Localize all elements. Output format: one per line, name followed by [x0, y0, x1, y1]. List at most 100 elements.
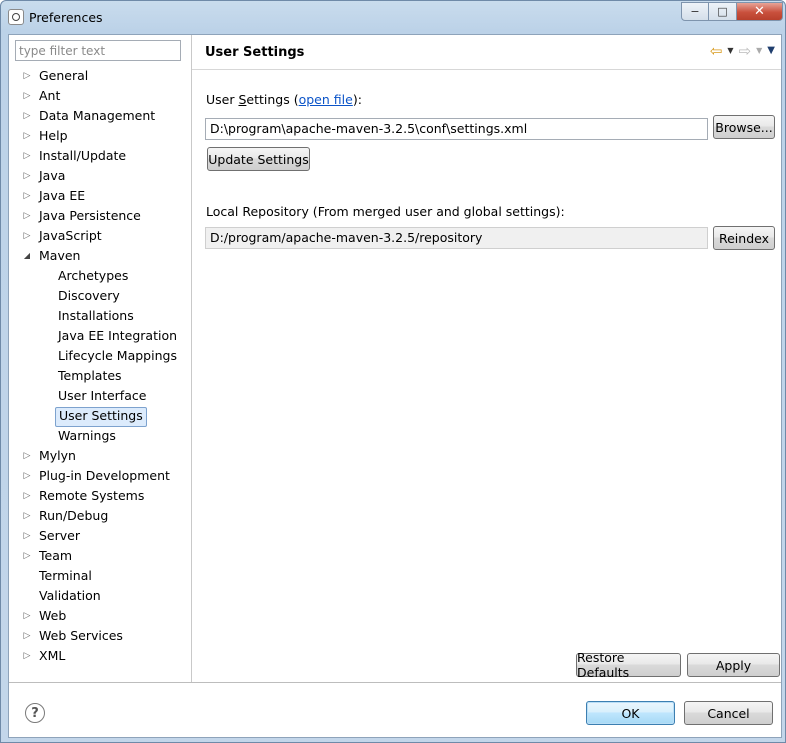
tree-item[interactable]: ▷ Help	[9, 126, 191, 146]
tree-item-label: General	[39, 68, 89, 83]
tree-item-label: Team	[39, 548, 73, 563]
browse-button[interactable]: Browse...	[713, 115, 775, 139]
ok-button[interactable]: OK	[586, 701, 675, 725]
collapsed-twisty-icon[interactable]: ▷	[22, 526, 32, 546]
cancel-button[interactable]: Cancel	[684, 701, 773, 725]
tree-item[interactable]: ▷ Mylyn	[9, 446, 191, 466]
tree-item[interactable]: Java EE Integration	[9, 326, 191, 346]
tree-item[interactable]: ▷ Java EE	[9, 186, 191, 206]
tree-item-label: XML	[39, 648, 66, 663]
tree-item[interactable]: ▷ Web Services	[9, 626, 191, 646]
help-icon[interactable]: ?	[25, 703, 45, 723]
view-menu-icon[interactable]: ▼	[767, 43, 775, 59]
reindex-button[interactable]: Reindex	[713, 226, 775, 250]
tree-item-label: Web Services	[39, 628, 123, 643]
tree-item[interactable]: ▷ Team	[9, 546, 191, 566]
collapsed-twisty-icon[interactable]: ▷	[22, 606, 32, 626]
collapsed-twisty-icon[interactable]: ▷	[22, 626, 32, 646]
collapsed-twisty-icon[interactable]: ▷	[22, 226, 32, 246]
tree-item-label: Java EE	[39, 188, 86, 203]
preference-page: User Settings ⇦ ▼ ⇨ ▼ ▼ User Settings (o…	[192, 35, 781, 682]
tree-item-label: Server	[39, 528, 80, 543]
tree-item[interactable]: Lifecycle Mappings	[9, 346, 191, 366]
user-settings-label: User Settings (open file):	[206, 92, 362, 107]
tree-item-label: Validation	[39, 588, 101, 603]
tree-item[interactable]: Installations	[9, 306, 191, 326]
tree-item-label: Discovery	[58, 288, 120, 303]
expanded-twisty-icon[interactable]: ◢	[22, 246, 32, 266]
tree-item[interactable]: ▷ Server	[9, 526, 191, 546]
collapsed-twisty-icon[interactable]: ▷	[22, 206, 32, 226]
collapsed-twisty-icon[interactable]: ▷	[22, 86, 32, 106]
collapsed-twisty-icon[interactable]: ▷	[22, 546, 32, 566]
open-file-link[interactable]: open file	[299, 92, 353, 107]
tree-item-label: Remote Systems	[39, 488, 145, 503]
preference-tree: ▷ General ▷ Ant ▷ Data Management ▷ Help ▷ Instal…	[9, 66, 191, 666]
user-settings-field[interactable]: D:\program\apache-maven-3.2.5\conf\setti…	[205, 118, 708, 140]
tree-item-label: User Settings	[55, 407, 147, 427]
collapsed-twisty-icon[interactable]: ▷	[22, 506, 32, 526]
tree-item[interactable]: ▷ Run/Debug	[9, 506, 191, 526]
preference-tree-panel: ▷ General ▷ Ant ▷ Data Management ▷ Help ▷ Instal…	[9, 35, 192, 682]
tree-item-label: Java EE Integration	[58, 328, 178, 343]
header-separator	[192, 69, 781, 70]
filter-input[interactable]	[15, 40, 181, 61]
tree-item-label: Templates	[58, 368, 122, 383]
tree-item-label: Lifecycle Mappings	[58, 348, 177, 363]
forward-dropdown-icon[interactable]: ▼	[756, 43, 762, 59]
forward-arrow-icon[interactable]: ⇨	[739, 43, 752, 59]
tree-item[interactable]: ▷ Ant	[9, 86, 191, 106]
tree-item-label: Maven	[39, 248, 81, 263]
back-dropdown-icon[interactable]: ▼	[727, 43, 733, 59]
tree-item-label: Installations	[58, 308, 134, 323]
tree-item[interactable]: ▷ XML	[9, 646, 191, 666]
tree-item[interactable]: Terminal	[9, 566, 191, 586]
collapsed-twisty-icon[interactable]: ▷	[22, 486, 32, 506]
collapsed-twisty-icon[interactable]: ▷	[22, 166, 32, 186]
tree-item[interactable]: Templates	[9, 366, 191, 386]
tree-item[interactable]: ▷ General	[9, 66, 191, 86]
footer-separator	[9, 682, 781, 683]
collapsed-twisty-icon[interactable]: ▷	[22, 186, 32, 206]
collapsed-twisty-icon[interactable]: ▷	[22, 106, 32, 126]
collapsed-twisty-icon[interactable]: ▷	[22, 146, 32, 166]
tree-item-label: Help	[39, 128, 68, 143]
tree-item-label: Data Management	[39, 108, 156, 123]
tree-item[interactable]: ▷ Java	[9, 166, 191, 186]
tree-item-label: Java	[39, 168, 66, 183]
tree-item-label: Java Persistence	[39, 208, 141, 223]
minimize-button[interactable]: −	[681, 2, 709, 21]
tree-item[interactable]: Discovery	[9, 286, 191, 306]
title-bar[interactable]: Preferences − □ ✕	[1, 1, 785, 33]
tree-item-label: Mylyn	[39, 448, 76, 463]
tree-item[interactable]: ▷ Remote Systems	[9, 486, 191, 506]
tree-item[interactable]: Warnings	[9, 426, 191, 446]
tree-item[interactable]: ▷ Data Management	[9, 106, 191, 126]
tree-item[interactable]: ▷ Install/Update	[9, 146, 191, 166]
close-button[interactable]: ✕	[737, 2, 783, 21]
eclipse-app-icon	[8, 9, 24, 25]
tree-item[interactable]: Archetypes	[9, 266, 191, 286]
tree-item[interactable]: ▷ Java Persistence	[9, 206, 191, 226]
tree-item[interactable]: ▷ Plug-in Development	[9, 466, 191, 486]
collapsed-twisty-icon[interactable]: ▷	[22, 646, 32, 666]
restore-defaults-button[interactable]: Restore Defaults	[576, 650, 681, 680]
collapsed-twisty-icon[interactable]: ▷	[22, 66, 32, 86]
update-settings-button[interactable]: Update Settings	[207, 147, 310, 171]
tree-item-label: Archetypes	[58, 268, 129, 283]
collapsed-twisty-icon[interactable]: ▷	[22, 446, 32, 466]
collapsed-twisty-icon[interactable]: ▷	[22, 466, 32, 486]
tree-item-label: JavaScript	[39, 228, 102, 243]
tree-item[interactable]: Validation	[9, 586, 191, 606]
tree-item-label: Plug-in Development	[39, 468, 170, 483]
tree-item[interactable]: ▷ JavaScript	[9, 226, 191, 246]
local-repository-label: Local Repository (From merged user and g…	[206, 204, 565, 219]
maximize-button[interactable]: □	[709, 2, 737, 21]
tree-item[interactable]: User Settings	[9, 406, 191, 427]
tree-item[interactable]: ◢ Maven	[9, 246, 191, 266]
collapsed-twisty-icon[interactable]: ▷	[22, 126, 32, 146]
back-arrow-icon[interactable]: ⇦	[710, 43, 723, 59]
apply-button[interactable]: Apply	[687, 653, 780, 677]
tree-item[interactable]: User Interface	[9, 386, 191, 406]
tree-item[interactable]: ▷ Web	[9, 606, 191, 626]
